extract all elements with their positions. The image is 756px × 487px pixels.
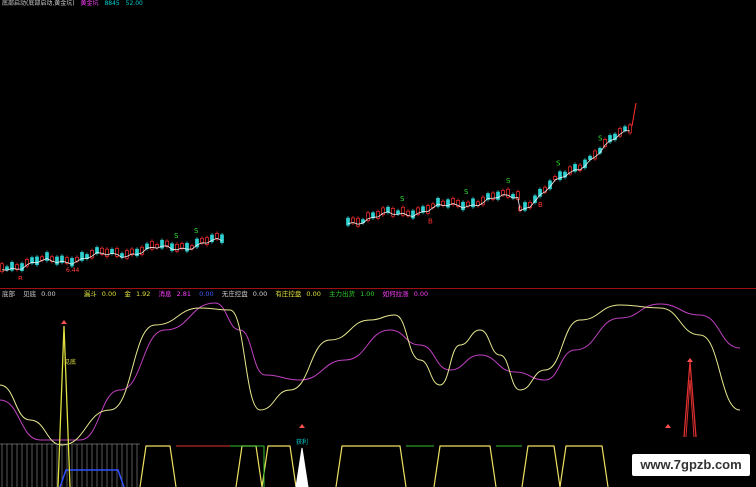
- price-spike: [631, 102, 637, 127]
- legend-news: 消息 2.81: [158, 290, 192, 298]
- control-trapezoid: [335, 445, 407, 487]
- candle-body: [105, 248, 109, 257]
- red-signal-spike: [683, 361, 697, 438]
- candle-body: [150, 240, 154, 250]
- candle-body: [396, 210, 400, 215]
- bottom-signal-spike: [57, 325, 71, 487]
- site-watermark: www.7gpzb.com: [632, 454, 750, 476]
- legend-blue-value: 0.00: [199, 290, 214, 298]
- sell-signal-mark: S: [464, 188, 469, 196]
- legend-no-dealer: 无庄控盘 0.00: [221, 290, 268, 298]
- candle-body: [471, 198, 475, 208]
- title-item-2: 52.00: [125, 0, 143, 7]
- candlestick-price-panel[interactable]: S S S S S S S B B B 6.44: [0, 8, 756, 280]
- sell-signal-mark: S: [400, 195, 405, 203]
- indicator-title: 底部启动(底部启动,黄金坑): [2, 0, 75, 7]
- candle-body: [110, 248, 114, 254]
- candle-body: [553, 176, 557, 180]
- indicator-legend: 底部 见底 0.00 漏斗 0.00 金 1.92 消息 2.81 0.00 无…: [2, 290, 434, 299]
- panel-divider[interactable]: [0, 288, 756, 289]
- candle-body: [55, 256, 59, 265]
- arrow-marker: [665, 424, 671, 428]
- candle-body: [70, 258, 74, 267]
- control-trapezoid: [433, 445, 497, 487]
- candle-body: [35, 256, 39, 266]
- candle-body: [623, 126, 627, 131]
- candlestick-chart-svg: S S S S S S S B B B: [0, 102, 637, 280]
- buy-signal-mark: B: [428, 217, 433, 225]
- legend-bottom: 底部: [2, 290, 15, 298]
- candle-body: [628, 124, 632, 134]
- candle-body: [461, 201, 465, 211]
- legend-pull-up: 如何拉涨 0.00: [382, 290, 429, 298]
- candle-body: [346, 217, 350, 226]
- bottom-signal-label: 见底: [64, 359, 77, 366]
- candle-body: [391, 208, 395, 217]
- legend-main-outflow: 主力出货 1.00: [328, 290, 375, 298]
- profit-spike: [295, 447, 309, 487]
- candle-body: [220, 234, 224, 243]
- slow-oscillator-line: [0, 302, 741, 441]
- candle-body: [446, 199, 450, 208]
- legend-see-bottom: 见底 0.00: [23, 290, 56, 298]
- candle-body: [20, 263, 24, 271]
- arrow-marker: [299, 424, 305, 428]
- candle-body: [496, 191, 500, 200]
- sell-signal-mark: S: [598, 135, 603, 143]
- candle-body: [411, 210, 415, 219]
- title-item-1: 8845: [104, 0, 120, 7]
- candle-body: [125, 250, 129, 259]
- candle-body: [356, 217, 360, 227]
- candle-body: [175, 243, 179, 252]
- title-item-0: 黄金坑: [80, 0, 99, 7]
- arrow-marker: [61, 320, 67, 324]
- buy-signal-mark: B: [538, 201, 543, 209]
- control-trapezoid: [559, 445, 609, 487]
- control-trapezoid: [521, 445, 561, 487]
- legend-with-dealer: 有庄控盘 0.00: [275, 290, 321, 298]
- control-trapezoid: [139, 445, 177, 487]
- chart-title-bar: 底部启动(底部启动,黄金坑) 黄金坑 8845 52.00: [2, 0, 147, 7]
- candle-body: [5, 266, 9, 271]
- control-trapezoid: [261, 445, 297, 487]
- candle-body: [0, 263, 4, 272]
- sell-signal-mark: S: [174, 232, 179, 240]
- candle-body: [426, 205, 430, 214]
- control-trapezoid: [235, 445, 263, 487]
- buy-signal-mark: B: [18, 275, 23, 280]
- low-price-label: 6.44: [66, 267, 80, 274]
- profit-signal-label: 获利: [296, 439, 309, 446]
- candle-body: [205, 237, 209, 245]
- sell-signal-mark: S: [194, 227, 199, 235]
- arrow-marker: [687, 358, 693, 362]
- sell-signal-mark: S: [556, 160, 561, 168]
- legend-funnel: 漏斗 0.00: [83, 290, 117, 298]
- red-signal-spike-inner: [685, 379, 695, 438]
- fast-oscillator-line: [0, 304, 741, 446]
- legend-gold: 金 1.92: [124, 290, 151, 298]
- candle-body: [185, 242, 189, 252]
- sell-signal-mark: S: [506, 177, 511, 185]
